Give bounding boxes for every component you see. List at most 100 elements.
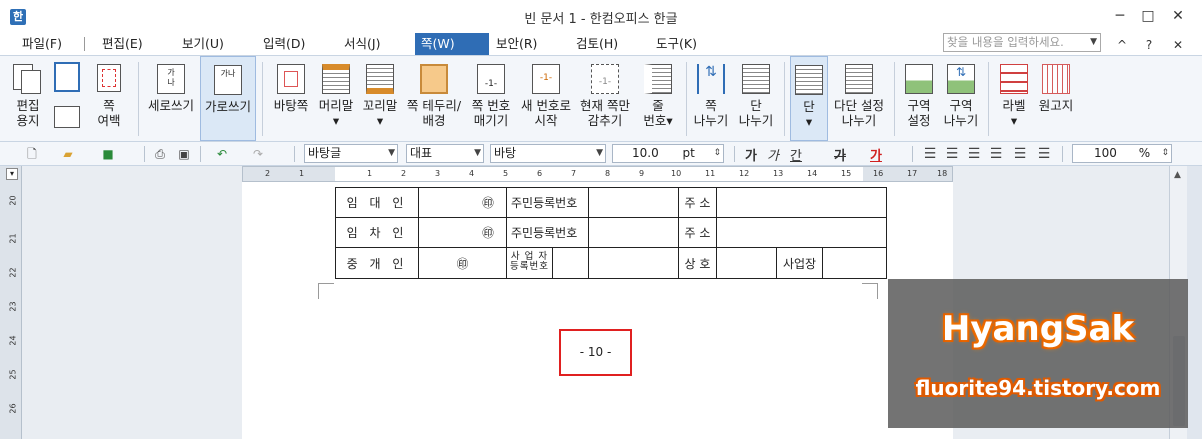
ribbon-column-break[interactable]: 단 나누기 [734, 56, 778, 141]
align-justify-icon[interactable]: ☰ [922, 146, 938, 162]
zoom-field[interactable]: 100 % ⇕ [1072, 144, 1172, 163]
ribbon-page-margin[interactable]: 쪽 여백 [88, 56, 130, 141]
align-divide-icon[interactable]: ☰ [1036, 146, 1052, 162]
menu-security[interactable]: 보안(R) [490, 33, 543, 55]
new-document-icon[interactable]: 🗋 [24, 146, 40, 162]
scroll-up-icon[interactable]: ▲ [1174, 170, 1181, 180]
table-cell[interactable]: ㊞ [418, 187, 507, 218]
redo-icon[interactable]: ↷ [250, 146, 266, 162]
ribbon-base-page[interactable]: 바탕쪽 [268, 56, 314, 141]
table-cell[interactable]: ㊞ [418, 217, 507, 248]
menu-view[interactable]: 보기(U) [176, 33, 230, 55]
ribbon-label: 단 나누기 [738, 98, 774, 128]
table-cell[interactable]: 임 차 인 [335, 217, 419, 248]
ruler-toggle-icon[interactable]: ▾ [6, 168, 18, 180]
strike-button[interactable]: 가 [834, 145, 846, 164]
font-select[interactable]: 바탕 ▼ [490, 144, 606, 163]
table-cell[interactable]: 주민등록번호 [506, 187, 589, 218]
ribbon-separator [894, 62, 895, 136]
ribbon-hide-current[interactable]: -1- 현재 쪽만 감추기 [576, 56, 634, 141]
table-cell[interactable]: 주 소 [678, 217, 717, 248]
ribbon-landscape[interactable]: 가나 가로쓰기 [200, 56, 256, 141]
format-toolbar: 🗋 ▰ ■ ⎙ ▣ ↶ ↷ 바탕글 ▼ 대표 ▼ 바탕 ▼ 10.0 pt ⇕ 가 가… [0, 142, 1202, 166]
table-cell[interactable] [588, 217, 679, 248]
table-cell[interactable] [588, 247, 679, 279]
ribbon-page-preview[interactable] [48, 56, 86, 141]
ribbon-label-btn[interactable]: 라벨 ▾ [994, 56, 1034, 141]
minimize-button[interactable]: ─ [1108, 6, 1132, 26]
ribbon-label: 라벨 ▾ [1002, 98, 1026, 128]
menu-format[interactable]: 서식(J) [338, 33, 386, 55]
menu-page[interactable]: 쪽(W) [415, 33, 489, 55]
toolbar-separator [200, 146, 201, 162]
undo-icon[interactable]: ↶ [214, 146, 230, 162]
search-dropdown-icon[interactable]: ▼ [1090, 34, 1097, 51]
close-button[interactable]: ✕ [1166, 6, 1190, 26]
ribbon-edit-paper[interactable]: 편집 용지 [6, 56, 50, 141]
ribbon-section-break[interactable]: ⇅ 구역 나누기 [940, 56, 982, 141]
print-icon[interactable]: ⎙ [152, 146, 168, 162]
ribbon-manuscript[interactable]: 원고지 [1034, 56, 1078, 141]
search-input[interactable]: 찾을 내용을 입력하세요. ▼ [943, 33, 1101, 52]
italic-button[interactable]: 가 [767, 145, 779, 164]
ribbon-page-break[interactable]: ⇅ 쪽 나누기 [690, 56, 732, 141]
landscape-icon: 가나 [214, 65, 242, 95]
ribbon-collapse-icon[interactable]: ^ [1110, 35, 1134, 55]
open-folder-icon[interactable]: ▰ [60, 146, 76, 162]
table-cell[interactable] [588, 187, 679, 218]
save-icon[interactable]: ■ [100, 146, 116, 162]
table-cell[interactable]: 주 소 [678, 187, 717, 218]
menu-input[interactable]: 입력(D) [257, 33, 311, 55]
table-cell[interactable]: 상 호 [678, 247, 717, 279]
align-center-icon[interactable]: ☰ [966, 146, 982, 162]
style-select[interactable]: 바탕글 ▼ [304, 144, 398, 163]
side-panel-strip [1187, 166, 1202, 439]
bold-button[interactable]: 가 [745, 145, 757, 164]
menu-file[interactable]: 파일(F) [16, 33, 68, 55]
stepper-icon[interactable]: ⇕ [713, 145, 721, 162]
toolbar-separator [1062, 146, 1063, 162]
menu-edit[interactable]: 편집(E) [96, 33, 149, 55]
ribbon-page-number[interactable]: -1- 쪽 번호 매기기 [466, 56, 516, 141]
ribbon-header[interactable]: 머리말 ▾ [314, 56, 358, 141]
align-left-icon[interactable]: ☰ [944, 146, 960, 162]
font-size-field[interactable]: 10.0 pt ⇕ [612, 144, 724, 163]
ribbon-line-number[interactable]: 줄 번호▾ [636, 56, 680, 141]
font-lang-select[interactable]: 대표 ▼ [406, 144, 484, 163]
help-icon[interactable]: ? [1137, 35, 1161, 55]
align-right-icon[interactable]: ☰ [988, 146, 1004, 162]
document-page[interactable]: 임 대 인 ㊞ 주민등록번호 주 소 임 차 인 ㊞ 주민등록번호 주 소 중 … [242, 182, 953, 439]
table-row: 임 차 인 ㊞ 주민등록번호 주 소 [335, 217, 887, 248]
table-cell[interactable]: 사업장 [776, 247, 823, 279]
table-cell[interactable] [822, 247, 887, 279]
multi-column-icon [845, 64, 873, 94]
stepper-icon[interactable]: ⇕ [1161, 145, 1169, 162]
font-color-button[interactable]: 가 [870, 145, 882, 164]
ruler-number: 7 [571, 169, 577, 178]
table-cell[interactable]: 주민등록번호 [506, 217, 589, 248]
ribbon-portrait[interactable]: 가나 세로쓰기 [143, 56, 199, 141]
table-cell[interactable]: 사 업 자 등록번호 [506, 247, 589, 279]
table-cell[interactable] [716, 247, 777, 279]
table-cell[interactable] [716, 217, 887, 248]
ribbon-footer[interactable]: 꼬리말 ▾ [358, 56, 402, 141]
toolbar-separator [912, 146, 913, 162]
ribbon-section-setup[interactable]: 구역 설정 [898, 56, 940, 141]
table-cell[interactable]: 임 대 인 [335, 187, 419, 218]
menu-tools[interactable]: 도구(K) [650, 33, 703, 55]
maximize-button[interactable]: □ [1136, 6, 1160, 26]
ribbon-multi-column[interactable]: 다단 설정 나누기 [830, 56, 888, 141]
ribbon-column[interactable]: 단 ▾ [790, 56, 828, 141]
align-distribute-icon[interactable]: ☰ [1012, 146, 1028, 162]
menu-review[interactable]: 검토(H) [570, 33, 624, 55]
table-cell[interactable] [716, 187, 887, 218]
ribbon-page-border[interactable]: 쪽 테두리/ 배경 [404, 56, 464, 141]
ribbon-new-number[interactable]: -1- 새 번호로 시작 [518, 56, 574, 141]
header-icon [322, 64, 350, 94]
table-cell[interactable]: ㊞ [418, 247, 507, 279]
biz-reg-value[interactable] [553, 248, 588, 278]
table-cell[interactable]: 중 개 인 [335, 247, 419, 279]
preview-icon[interactable]: ▣ [176, 146, 192, 162]
doc-close-icon[interactable]: ✕ [1166, 35, 1190, 55]
underline-button[interactable]: 간 [790, 145, 802, 164]
